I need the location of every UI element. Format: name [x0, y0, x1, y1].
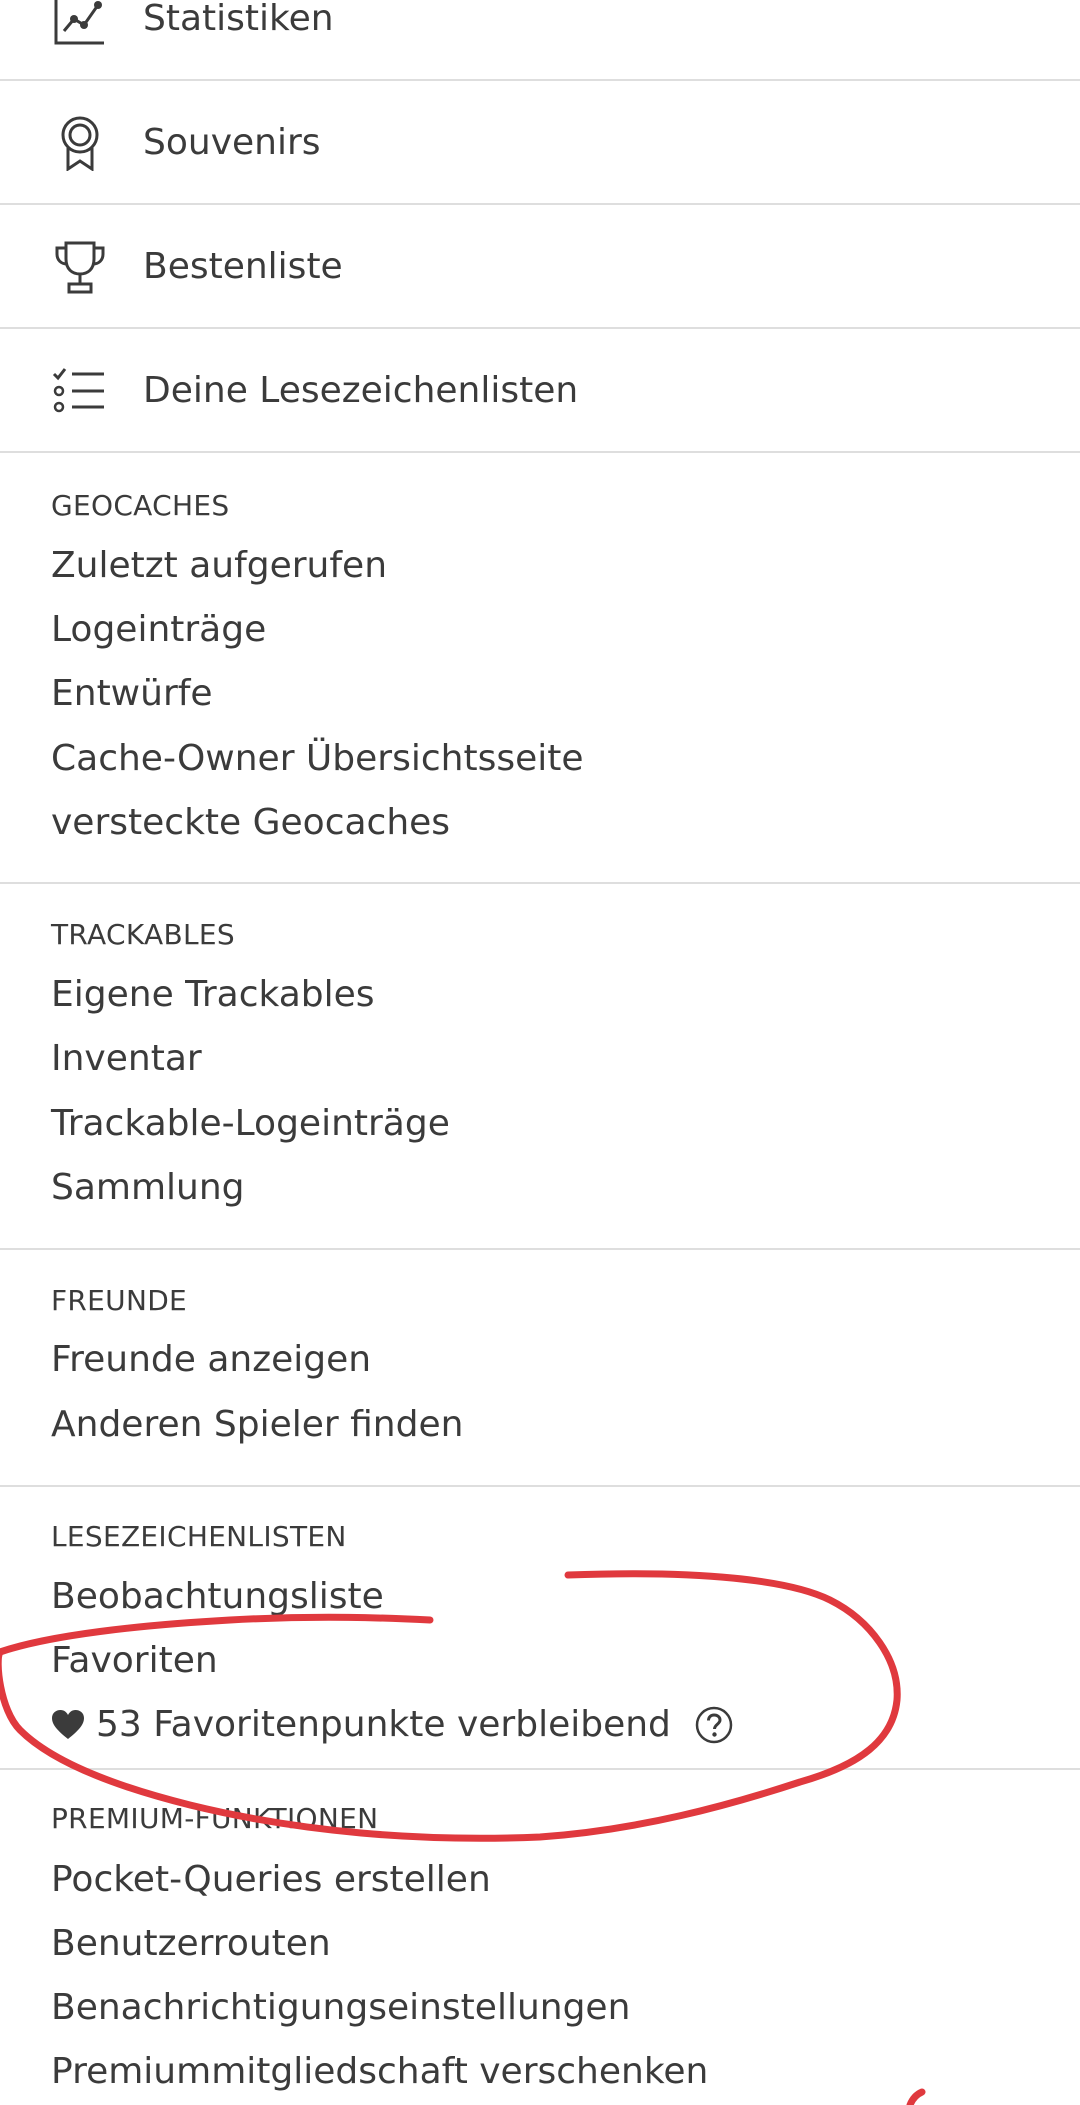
nav-label: Souvenirs	[143, 122, 321, 163]
link-inventar[interactable]: Inventar	[51, 1034, 202, 1084]
link-pocket-queries[interactable]: Pocket-Queries erstellen	[51, 1855, 491, 1905]
nav-item-bestenliste[interactable]: Bestenliste	[0, 206, 1080, 329]
link-premium-verschenken[interactable]: Premiummitgliedschaft verschenken	[51, 2047, 708, 2097]
link-sammlung[interactable]: Sammlung	[51, 1163, 245, 1213]
favorite-points-remaining: 53 Favoritenpunkte verbleibend	[51, 1700, 733, 1750]
freunde-section: FREUNDE Freunde anzeigen Anderen Spieler…	[0, 1250, 1080, 1487]
question-circle-icon[interactable]	[695, 1706, 733, 1744]
nav-label: Deine Lesezeichenlisten	[143, 370, 579, 411]
link-trackable-logeintraege[interactable]: Trackable-Logeinträge	[51, 1099, 450, 1149]
link-benachrichtigungseinstellungen[interactable]: Benachrichtigungseinstellungen	[51, 1983, 630, 2033]
favorite-points-text: 53 Favoritenpunkte verbleibend	[96, 1704, 671, 1745]
link-logeintraege[interactable]: Logeinträge	[51, 605, 266, 655]
link-benutzerrouten[interactable]: Benutzerrouten	[51, 1919, 331, 1969]
link-versteckte-geocaches[interactable]: versteckte Geocaches	[51, 798, 450, 848]
section-heading-geocaches: GEOCACHES	[51, 489, 230, 522]
link-cache-owner[interactable]: Cache-Owner Übersichtsseite	[51, 734, 584, 784]
geocaches-section: GEOCACHES Zuletzt aufgerufen Logeinträge…	[0, 454, 1080, 884]
premium-section: PREMIUM-FUNKTIONEN Pocket-Queries erstel…	[0, 1770, 1080, 2105]
link-entwuerfe[interactable]: Entwürfe	[51, 669, 213, 719]
chart-icon	[52, 0, 108, 47]
nav-item-lesezeichenlisten[interactable]: Deine Lesezeichenlisten	[0, 330, 1080, 453]
nav-label: Bestenliste	[143, 246, 343, 287]
heart-icon	[52, 1710, 84, 1739]
link-favoriten[interactable]: Favoriten	[51, 1636, 218, 1686]
lesezeichenlisten-section: LESEZEICHENLISTEN Beobachtungsliste Favo…	[0, 1487, 1080, 1770]
section-heading-premium: PREMIUM-FUNKTIONEN	[51, 1802, 379, 1835]
trophy-icon	[52, 239, 108, 295]
link-eigene-trackables[interactable]: Eigene Trackables	[51, 970, 375, 1020]
nav-item-statistiken[interactable]: Statistiken	[0, 0, 1080, 81]
checklist-icon	[52, 363, 108, 419]
badge-icon	[52, 115, 108, 171]
link-anderen-spieler-finden[interactable]: Anderen Spieler finden	[51, 1400, 463, 1450]
trackables-section: TRACKABLES Eigene Trackables Inventar Tr…	[0, 884, 1080, 1250]
section-heading-lesezeichenlisten: LESEZEICHENLISTEN	[51, 1520, 347, 1553]
section-heading-freunde: FREUNDE	[51, 1284, 188, 1317]
nav-label: Statistiken	[143, 0, 334, 39]
link-zuletzt-aufgerufen[interactable]: Zuletzt aufgerufen	[51, 541, 387, 591]
nav-item-souvenirs[interactable]: Souvenirs	[0, 82, 1080, 205]
section-heading-trackables: TRACKABLES	[51, 918, 235, 951]
link-freunde-anzeigen[interactable]: Freunde anzeigen	[51, 1335, 371, 1385]
link-beobachtungsliste[interactable]: Beobachtungsliste	[51, 1572, 384, 1622]
